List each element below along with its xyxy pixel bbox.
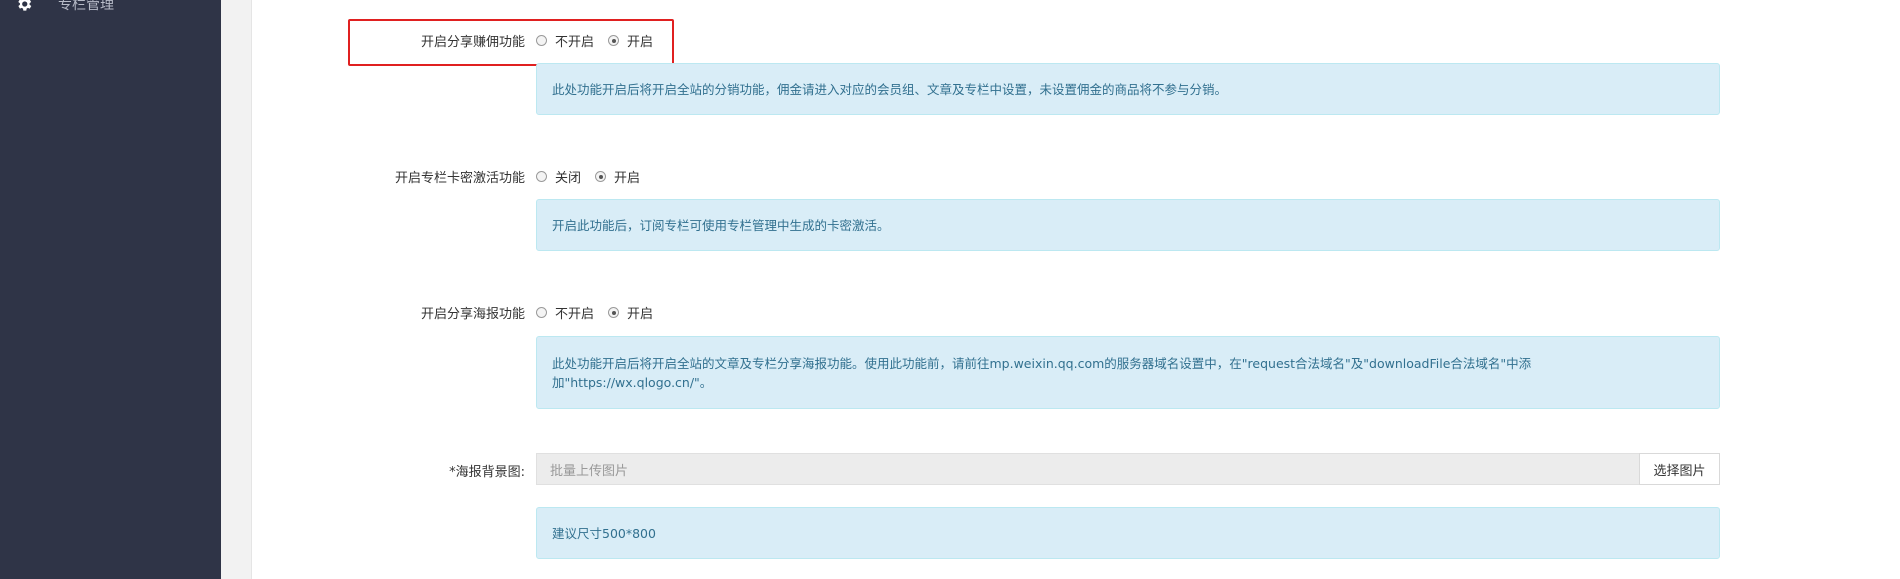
share-poster-radio-off[interactable]: 不开启 <box>536 303 594 322</box>
radio-button-checked[interactable] <box>608 307 620 318</box>
share-commission-info: 此处功能开启后将开启全站的分销功能，佣金请进入对应的会员组、文章及专栏中设置，未… <box>536 63 1720 115</box>
card-activation-radio-off[interactable]: 关闭 <box>536 167 581 186</box>
share-poster-radio-group: 不开启 开启 <box>536 303 667 322</box>
gear-icon <box>14 0 34 14</box>
sidebar-item-label: 专栏管理 <box>58 0 114 13</box>
poster-bg-info: 建议尺寸500*800 <box>536 507 1720 559</box>
sidebar-item-column-management[interactable]: 专栏管理 <box>14 0 114 18</box>
poster-bg-label: *海报背景图: <box>449 465 525 480</box>
radio-button-checked[interactable] <box>608 35 620 46</box>
card-activation-radio-on[interactable]: 开启 <box>595 167 640 186</box>
select-image-button[interactable]: 选择图片 <box>1639 453 1720 485</box>
radio-button-checked[interactable] <box>595 171 607 182</box>
share-poster-radio-on[interactable]: 开启 <box>608 303 653 322</box>
content-gutter <box>221 0 251 579</box>
radio-button[interactable] <box>536 35 547 46</box>
sidebar: 专栏管理 <box>0 0 221 579</box>
share-poster-label: 开启分享海报功能 <box>420 307 525 322</box>
share-commission-label: 开启分享赚佣功能 <box>420 35 525 50</box>
share-commission-radio-off[interactable]: 不开启 <box>536 31 594 50</box>
share-commission-radio-group: 不开启 开启 <box>536 31 667 50</box>
card-activation-info: 开启此功能后，订阅专栏可使用专栏管理中生成的卡密激活。 <box>536 199 1720 251</box>
radio-button[interactable] <box>536 307 547 318</box>
card-activation-radio-group: 关闭 开启 <box>536 167 654 186</box>
share-poster-info: 此处功能开启后将开启全站的文章及专栏分享海报功能。使用此功能前，请前往mp.we… <box>536 336 1720 409</box>
share-commission-radio-on[interactable]: 开启 <box>608 31 653 50</box>
radio-button[interactable] <box>536 171 547 182</box>
batch-upload-input[interactable]: 批量上传图片 <box>536 453 1639 485</box>
card-activation-label: 开启专栏卡密激活功能 <box>394 171 525 186</box>
panel-divider <box>251 0 252 579</box>
